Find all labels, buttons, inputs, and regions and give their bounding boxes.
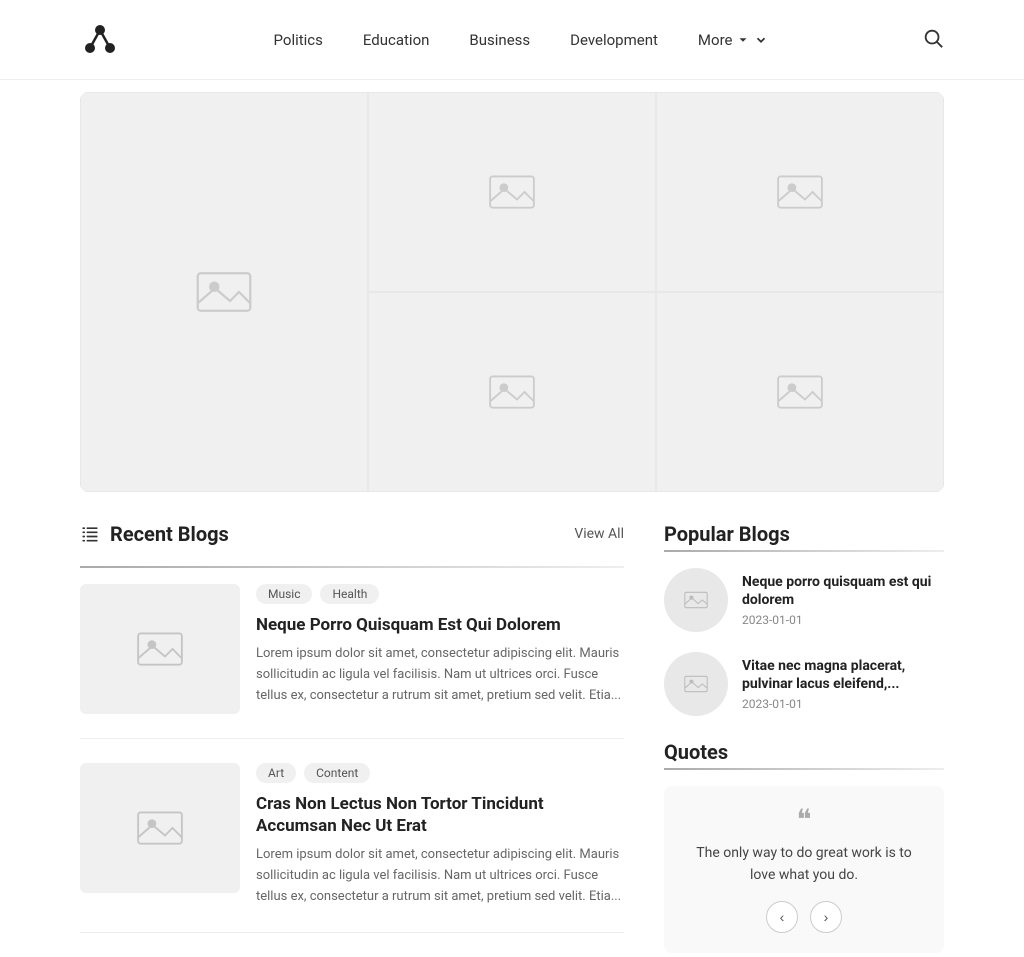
tag[interactable]: Content: [304, 763, 370, 783]
quote-prev-button[interactable]: ‹: [766, 901, 798, 933]
tag-list: Art Content: [256, 763, 624, 783]
placeholder-image: [135, 624, 185, 674]
blog-thumbnail[interactable]: [80, 763, 240, 893]
blog-excerpt: Lorem ipsum dolor sit amet, consectetur …: [256, 644, 624, 706]
popular-blog-item[interactable]: Neque porro quisquam est qui dolorem 202…: [664, 568, 944, 632]
navbar: Politics Education Business Development …: [0, 0, 1024, 80]
section-title: Recent Blogs: [80, 522, 229, 546]
hero-cell-bottom-right[interactable]: [656, 292, 944, 492]
search-icon: [922, 27, 944, 49]
nav-politics[interactable]: Politics: [274, 31, 323, 49]
popular-blog-title-text: Neque porro quisquam est qui dolorem: [742, 573, 944, 609]
quote-navigation: ‹ ›: [684, 901, 924, 933]
placeholder-image: [487, 367, 537, 417]
quote-mark: ❝: [684, 806, 924, 834]
quotes-title: Quotes: [664, 740, 944, 764]
hero-grid: [80, 92, 944, 492]
nav-links: Politics Education Business Development …: [274, 31, 769, 49]
hero-cell-bottom-center[interactable]: [368, 292, 656, 492]
placeholder-image: [682, 670, 710, 698]
placeholder-image: [194, 262, 254, 322]
quotes-divider: [664, 768, 944, 770]
popular-blog-title-text: Vitae nec magna placerat, pulvinar lacus…: [742, 657, 944, 693]
blog-excerpt: Lorem ipsum dolor sit amet, consectetur …: [256, 845, 624, 907]
blog-info: Art Content Cras Non Lectus Non Tortor T…: [256, 763, 624, 908]
placeholder-image: [487, 167, 537, 217]
popular-blog-item[interactable]: Vitae nec magna placerat, pulvinar lacus…: [664, 652, 944, 716]
hero-cell-large[interactable]: [80, 92, 368, 492]
nav-education[interactable]: Education: [363, 31, 430, 49]
blog-card: Art Content Cras Non Lectus Non Tortor T…: [80, 763, 624, 933]
nav-business[interactable]: Business: [469, 31, 530, 49]
section-divider: [80, 566, 624, 568]
recent-blogs-title: Recent Blogs: [110, 522, 229, 546]
placeholder-image: [775, 367, 825, 417]
blog-title[interactable]: Cras Non Lectus Non Tortor Tincidunt Acc…: [256, 793, 624, 837]
placeholder-image: [135, 803, 185, 853]
tag[interactable]: Art: [256, 763, 296, 783]
chevron-down-icon: [754, 33, 768, 47]
hero-cell-top-center[interactable]: [368, 92, 656, 292]
list-icon: [80, 524, 100, 544]
quote-text: The only way to do great work is to love…: [684, 842, 924, 887]
view-all-link[interactable]: View All: [574, 526, 624, 542]
logo[interactable]: [80, 18, 120, 62]
popular-blog-thumbnail: [664, 568, 728, 632]
nav-more[interactable]: More: [698, 31, 769, 49]
tag-list: Music Health: [256, 584, 624, 604]
popular-blog-info: Vitae nec magna placerat, pulvinar lacus…: [742, 657, 944, 711]
sidebar: Popular Blogs Neque porro quisquam est q…: [664, 522, 944, 957]
placeholder-image: [775, 167, 825, 217]
recent-blogs-section: Recent Blogs View All Music Health Neque…: [80, 522, 624, 957]
blog-thumbnail[interactable]: [80, 584, 240, 714]
quote-box: ❝ The only way to do great work is to lo…: [664, 786, 944, 953]
blog-card: Music Health Neque Porro Quisquam Est Qu…: [80, 584, 624, 739]
popular-blog-date: 2023-01-01: [742, 613, 944, 627]
tag[interactable]: Health: [320, 584, 379, 604]
blog-info: Music Health Neque Porro Quisquam Est Qu…: [256, 584, 624, 714]
quote-next-button[interactable]: ›: [810, 901, 842, 933]
sidebar-divider: [664, 550, 944, 552]
popular-blogs-title: Popular Blogs: [664, 522, 944, 546]
quotes-section: Quotes ❝ The only way to do great work i…: [664, 740, 944, 953]
content-area: Recent Blogs View All Music Health Neque…: [80, 522, 944, 957]
search-button[interactable]: [922, 27, 944, 53]
blog-title[interactable]: Neque Porro Quisquam Est Qui Dolorem: [256, 614, 624, 636]
nav-development[interactable]: Development: [570, 31, 658, 49]
hero-cell-top-right[interactable]: [656, 92, 944, 292]
popular-blog-thumbnail: [664, 652, 728, 716]
placeholder-image: [682, 586, 710, 614]
popular-blog-info: Neque porro quisquam est qui dolorem 202…: [742, 573, 944, 627]
tag[interactable]: Music: [256, 584, 312, 604]
chevron-down-icon: [736, 33, 750, 47]
popular-blog-date: 2023-01-01: [742, 697, 944, 711]
section-header: Recent Blogs View All: [80, 522, 624, 546]
